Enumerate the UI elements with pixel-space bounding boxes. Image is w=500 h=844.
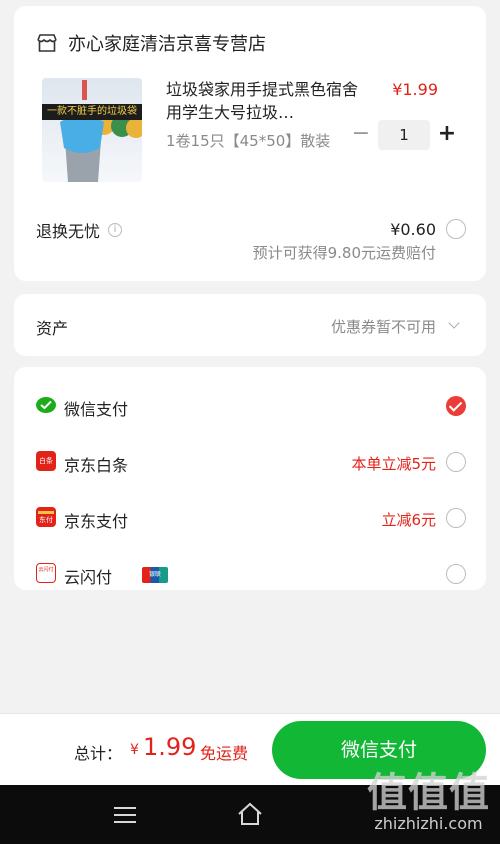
payment-radio[interactable] bbox=[446, 452, 466, 472]
jd-baitiao-icon-text: 白条 bbox=[39, 457, 53, 465]
coupon-status: 优惠券暂不可用 bbox=[330, 318, 436, 336]
payment-radio[interactable] bbox=[446, 564, 466, 584]
unionpay-badge-icon: 银联 bbox=[142, 567, 168, 583]
assets-label: 资产 bbox=[36, 319, 69, 338]
payment-name: 微信支付 bbox=[64, 400, 129, 419]
product-price: ¥1.99 bbox=[392, 80, 438, 99]
product-banner-text: 一款不脏手的垃圾袋 bbox=[42, 104, 142, 120]
quantity-stepper: − 1 + bbox=[350, 120, 458, 150]
product-spec[interactable]: 1卷15只【45*50】散装 bbox=[166, 130, 330, 151]
assets-row[interactable]: 资产 优惠券暂不可用 bbox=[14, 294, 486, 356]
chevron-down-icon bbox=[448, 317, 460, 329]
quickpass-icon: 云闪付 bbox=[36, 563, 56, 583]
payment-option-quickpass[interactable]: 云闪付 云闪付 银联 bbox=[14, 547, 486, 603]
payment-option-jd-pay[interactable]: 东付 京东支付 立减6元 bbox=[14, 491, 486, 547]
unionpay-badge-text: 银联 bbox=[148, 571, 161, 578]
total-currency: ¥ bbox=[130, 742, 139, 758]
shop-name: 亦心家庭清洁京喜专营店 bbox=[68, 34, 266, 55]
watermark: 值值值 zhizhizhi.com bbox=[367, 760, 490, 833]
jd-pay-icon: 东付 bbox=[36, 507, 56, 527]
payment-name: 京东白条 bbox=[64, 456, 129, 475]
order-item-card: 亦心家庭清洁京喜专营店 一款不脏手的垃圾袋 垃圾袋家用手提式黑色宿舍用学生大号拉… bbox=[14, 6, 486, 281]
return-service-row: 退换无忧 i bbox=[36, 218, 123, 242]
info-icon[interactable]: i bbox=[108, 223, 123, 237]
increase-quantity-button[interactable]: + bbox=[436, 120, 458, 150]
watermark-url: zhizhizhi.com bbox=[374, 814, 483, 833]
return-service-note: 预计可获得9.80元运费赔付 bbox=[252, 244, 436, 262]
payment-radio[interactable] bbox=[446, 508, 466, 528]
payment-option-wechat[interactable]: 微信支付 bbox=[14, 379, 486, 435]
total-amount: 1.99 bbox=[143, 733, 197, 761]
store-icon bbox=[36, 33, 58, 53]
return-service-price: ¥0.60 bbox=[390, 220, 436, 239]
product-title[interactable]: 垃圾袋家用手提式黑色宿舍用学生大号拉圾… bbox=[166, 78, 366, 124]
jd-baitiao-icon: 白条 bbox=[36, 451, 56, 471]
payment-name: 云闪付 bbox=[64, 568, 113, 587]
payment-name: 京东支付 bbox=[64, 512, 129, 531]
payment-promo: 立减6元 bbox=[381, 511, 436, 529]
watermark-logo: 值值值 bbox=[367, 770, 490, 816]
return-service-radio[interactable] bbox=[446, 219, 466, 239]
menu-icon[interactable] bbox=[114, 807, 136, 823]
quantity-field[interactable]: 1 bbox=[378, 120, 430, 150]
home-icon[interactable] bbox=[236, 801, 264, 827]
return-service-label: 退换无忧 bbox=[36, 222, 101, 241]
total-label: 总计： bbox=[74, 744, 123, 763]
product-thumbnail[interactable]: 一款不脏手的垃圾袋 bbox=[42, 78, 142, 182]
wechat-pay-icon bbox=[36, 395, 56, 415]
payment-promo: 本单立减5元 bbox=[351, 455, 436, 473]
decrease-quantity-button[interactable]: − bbox=[350, 120, 372, 150]
quickpass-icon-text: 云闪付 bbox=[38, 567, 54, 573]
payment-methods-card: 微信支付 白条 京东白条 本单立减5元 东付 京东支付 立减6元 云闪付 云闪付… bbox=[14, 367, 486, 590]
card-stripe bbox=[38, 511, 54, 514]
shop-header[interactable]: 亦心家庭清洁京喜专营店 bbox=[36, 30, 266, 56]
payment-option-jd-baitiao[interactable]: 白条 京东白条 本单立减5元 bbox=[14, 435, 486, 491]
shipping-label: 免运费 bbox=[200, 744, 249, 763]
payment-radio-selected[interactable] bbox=[446, 396, 466, 416]
